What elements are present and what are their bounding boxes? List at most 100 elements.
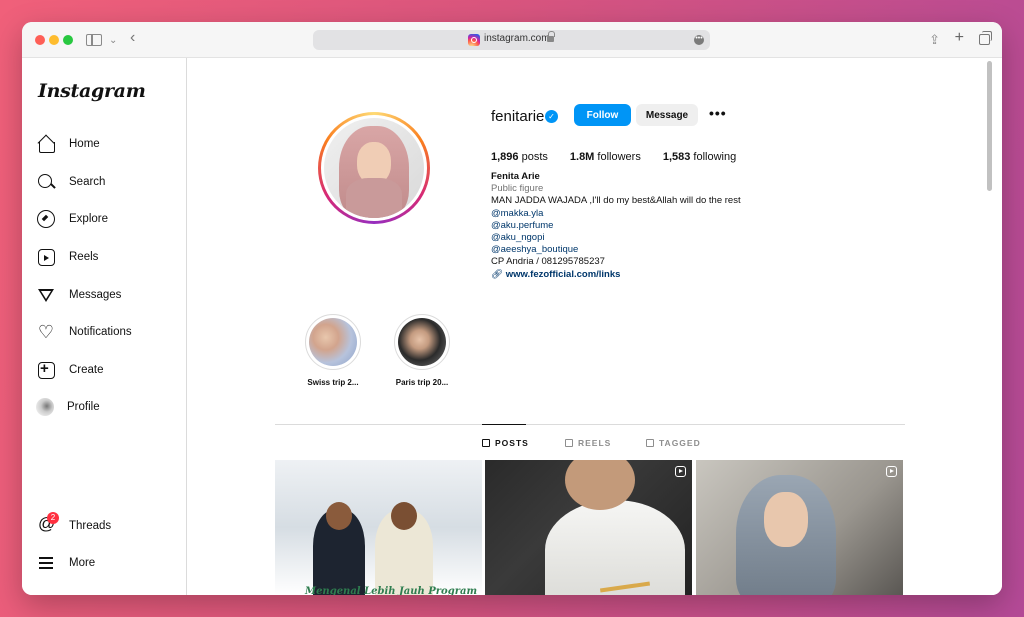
- sidebar-toggle-icon[interactable]: [86, 34, 102, 46]
- bio-mention-link[interactable]: @aku_ngopi: [491, 232, 741, 244]
- minimize-window-button[interactable]: [49, 35, 59, 45]
- post-thumbnail[interactable]: [485, 460, 692, 595]
- tab-tagged[interactable]: TAGGED: [646, 438, 701, 448]
- tab-reels[interactable]: REELS: [565, 438, 611, 448]
- sidebar-item-label: Messages: [69, 289, 122, 301]
- sidebar-item-label: More: [69, 557, 96, 569]
- sidebar-item-more[interactable]: More: [36, 551, 95, 575]
- plus-square-icon: [36, 360, 56, 380]
- page-menu-icon[interactable]: •••: [694, 35, 704, 45]
- instagram-favicon-icon: [468, 34, 480, 46]
- close-window-button[interactable]: [35, 35, 45, 45]
- profile-bio: Fenita Arie Public figure MAN JADDA WAJA…: [491, 171, 741, 281]
- tab-label: TAGGED: [659, 438, 701, 448]
- active-tab-indicator: [482, 424, 526, 425]
- chevron-down-icon[interactable]: ⌄: [109, 32, 117, 50]
- profile-avatar-icon: [36, 398, 54, 416]
- story-highlight[interactable]: Paris trip 20...: [390, 314, 454, 387]
- highlight-thumbnail: [309, 318, 357, 366]
- sidebar-item-label: Search: [69, 176, 106, 188]
- profile-username: fenitarie: [491, 108, 545, 125]
- sidebar-item-label: Home: [69, 138, 100, 150]
- post-person-shape: [375, 502, 433, 595]
- post-thumbnail[interactable]: Mengenal Lebih Jauh Program: [275, 460, 482, 595]
- reel-indicator-icon: [675, 466, 686, 477]
- post-person-shape: [764, 492, 808, 547]
- bio-full-name: Fenita Arie: [491, 171, 540, 182]
- threads-icon: 2: [36, 512, 59, 536]
- story-highlight[interactable]: Swiss trip 2...: [301, 314, 365, 387]
- url-text: instagram.com: [484, 33, 550, 44]
- posts-count: 1,896 posts: [491, 151, 548, 163]
- heart-icon: ♡: [37, 321, 55, 342]
- address-bar[interactable]: instagram.com •••: [313, 30, 710, 50]
- reels-icon: [36, 247, 56, 267]
- search-icon: [36, 172, 56, 192]
- instagram-logo[interactable]: Instagram: [38, 80, 146, 102]
- post-person-shape: [313, 502, 365, 595]
- highlight-thumbnail: [398, 318, 446, 366]
- bio-link-text: www.fezofficial.com/links: [505, 268, 621, 280]
- highlight-ring: [394, 314, 450, 370]
- profile-avatar[interactable]: [318, 112, 430, 224]
- hamburger-menu-icon: [36, 553, 56, 573]
- home-icon: [36, 134, 56, 154]
- sidebar-item-reels[interactable]: Reels: [36, 245, 98, 269]
- tab-posts[interactable]: POSTS: [482, 438, 529, 448]
- bio-external-link[interactable]: 🔗︎ www.fezofficial.com/links: [491, 269, 741, 281]
- sidebar-item-create[interactable]: Create: [36, 358, 104, 382]
- tab-overview-icon[interactable]: [979, 31, 992, 45]
- avatar-scarf-shape: [346, 178, 402, 218]
- tag-user-icon: [646, 439, 654, 447]
- follow-button[interactable]: Follow: [574, 104, 631, 126]
- sidebar-item-threads[interactable]: 2 Threads: [36, 512, 112, 538]
- new-tab-icon[interactable]: +: [955, 29, 964, 47]
- highlight-label: Swiss trip 2...: [307, 378, 359, 387]
- back-arrow-icon[interactable]: ‹: [130, 29, 135, 47]
- highlight-label: Paris trip 20...: [395, 378, 449, 387]
- sidebar-item-notifications[interactable]: ♡ Notifications: [36, 320, 132, 344]
- bio-mention-link[interactable]: @aku.perfume: [491, 220, 741, 232]
- grid-icon: [482, 439, 490, 447]
- following-count-label: following: [693, 151, 737, 163]
- paper-plane-icon: [36, 285, 56, 305]
- post-person-shape: [545, 500, 685, 595]
- sidebar-item-home[interactable]: Home: [36, 132, 100, 156]
- page-content: Instagram Home Search Explore Reels Mess…: [22, 58, 1002, 595]
- browser-window: ⌄ ‹ instagram.com ••• ⇪ + Instagram Home…: [22, 22, 1002, 595]
- sidebar-item-search[interactable]: Search: [36, 170, 105, 194]
- lock-icon: [547, 31, 555, 42]
- bio-mention-link[interactable]: @makka.yla: [491, 208, 741, 220]
- share-icon[interactable]: ⇪: [929, 31, 940, 49]
- bio-contact: CP Andria / 081295785237: [491, 256, 605, 268]
- profile-main: fenitarie ✓ Follow Message ••• 1,896 pos…: [188, 58, 994, 595]
- sidebar-item-messages[interactable]: Messages: [36, 283, 121, 307]
- tab-label: POSTS: [495, 438, 529, 448]
- sidebar-item-label: Notifications: [69, 326, 132, 338]
- avatar-photo: [324, 118, 424, 218]
- browser-toolbar: ⌄ ‹ instagram.com ••• ⇪ +: [22, 22, 1002, 58]
- reel-indicator-icon: [886, 466, 897, 477]
- following-count-value: 1,583: [662, 151, 691, 163]
- post-thumbnail[interactable]: [696, 460, 903, 595]
- posts-count-value: 1,896: [491, 151, 519, 163]
- zoom-window-button[interactable]: [63, 35, 73, 45]
- profile-stats: 1,896 posts 1.8M followers 1,583 followi…: [491, 151, 758, 163]
- verified-badge-icon: ✓: [545, 110, 558, 123]
- page-scrollbar[interactable]: [987, 61, 992, 191]
- message-button[interactable]: Message: [636, 104, 698, 126]
- sidebar-item-explore[interactable]: Explore: [36, 207, 108, 231]
- bio-text: MAN JADDA WAJADA ,I'll do my best&Allah …: [491, 195, 741, 207]
- post-overlay-caption: Mengenal Lebih Jauh Program: [305, 586, 478, 595]
- sidebar-item-label: Create: [69, 364, 104, 376]
- followers-count[interactable]: 1.8M followers: [570, 151, 641, 163]
- bio-mention-link[interactable]: @aeeshya_boutique: [491, 244, 741, 256]
- sidebar-item-label: Threads: [69, 520, 112, 532]
- sidebar-item-profile[interactable]: Profile: [36, 395, 100, 419]
- following-count[interactable]: 1,583 following: [663, 151, 736, 163]
- more-options-icon[interactable]: •••: [709, 105, 727, 121]
- followers-count-label: followers: [597, 151, 641, 163]
- notification-badge: 2: [47, 512, 59, 524]
- reels-icon: [565, 439, 573, 447]
- highlight-ring: [305, 314, 361, 370]
